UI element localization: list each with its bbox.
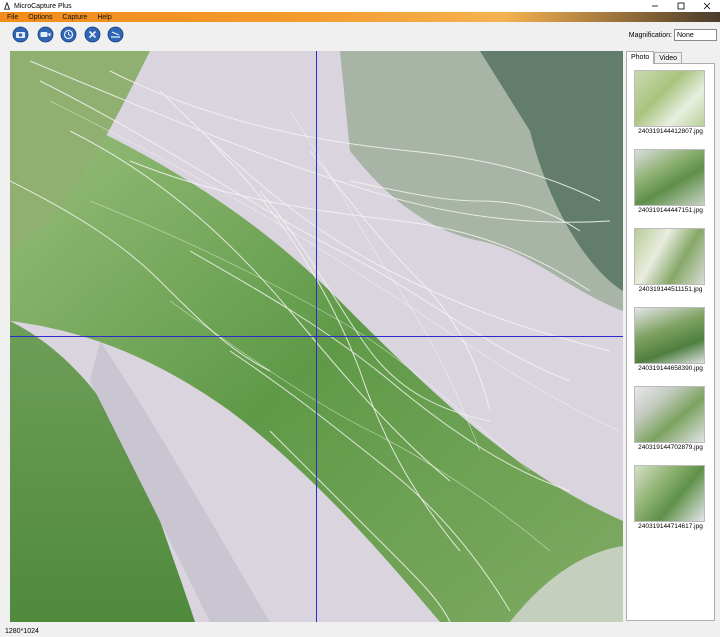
- thumbnail-image: [634, 149, 705, 206]
- snapshot-button[interactable]: [12, 26, 29, 43]
- minimize-button[interactable]: [642, 0, 668, 12]
- video-camera-icon: [37, 26, 54, 43]
- record-video-button[interactable]: [37, 26, 54, 43]
- menu-file[interactable]: File: [0, 14, 23, 21]
- window-controls: [642, 0, 720, 12]
- toolbar: Magnification: None: [0, 22, 720, 47]
- measure-button[interactable]: [107, 26, 124, 43]
- timer-icon: [60, 26, 77, 43]
- crosshair-horizontal: [10, 336, 623, 337]
- capture-panel: Photo Video 240319144412807.jpg 24031914…: [626, 51, 717, 621]
- thumbnail-image: [634, 465, 705, 522]
- resolution-readout: 1280*1024: [5, 628, 39, 635]
- thumbnail-filename: 240319144658390.jpg: [638, 365, 703, 372]
- settings-button[interactable]: [84, 26, 101, 43]
- app-window: MicroCapture Plus File Options Capture H…: [0, 0, 720, 637]
- timer-capture-button[interactable]: [60, 26, 77, 43]
- status-bar: 1280*1024: [0, 626, 720, 637]
- menu-bar: File Options Capture Help: [0, 12, 720, 22]
- title-bar: MicroCapture Plus: [0, 0, 720, 12]
- menu-help[interactable]: Help: [92, 14, 116, 21]
- magnification-control: Magnification: None: [629, 29, 717, 41]
- thumbnail-filename: 240319144714617.jpg: [638, 523, 703, 530]
- app-logo-icon: [3, 2, 11, 10]
- close-button[interactable]: [694, 0, 720, 12]
- thumbnail-image: [634, 386, 705, 443]
- camera-snapshot-icon: [12, 26, 29, 43]
- thumbnail-image: [634, 70, 705, 127]
- thumbnail-image: [634, 228, 705, 285]
- measure-icon: [107, 26, 124, 43]
- maximize-icon: [677, 2, 685, 10]
- thumbnail-list: 240319144412807.jpg 240319144447151.jpg …: [626, 63, 715, 621]
- thumbnail-filename: 240319144447151.jpg: [638, 207, 703, 214]
- tab-photo[interactable]: Photo: [626, 51, 655, 64]
- thumbnail-filename: 240319144511151.jpg: [638, 286, 703, 293]
- live-preview[interactable]: [10, 51, 623, 622]
- minimize-icon: [652, 5, 658, 7]
- menu-capture[interactable]: Capture: [57, 14, 92, 21]
- settings-icon: [84, 26, 101, 43]
- menu-options[interactable]: Options: [23, 14, 57, 21]
- magnification-select[interactable]: None: [674, 29, 717, 41]
- maximize-button[interactable]: [668, 0, 694, 12]
- close-icon: [703, 2, 711, 10]
- thumbnail-filename: 240319144702879.jpg: [638, 444, 703, 451]
- thumbnail-image: [634, 307, 705, 364]
- magnification-label: Magnification:: [628, 31, 672, 39]
- thumbnail-filename: 240319144412807.jpg: [638, 128, 703, 135]
- window-title: MicroCapture Plus: [14, 2, 72, 10]
